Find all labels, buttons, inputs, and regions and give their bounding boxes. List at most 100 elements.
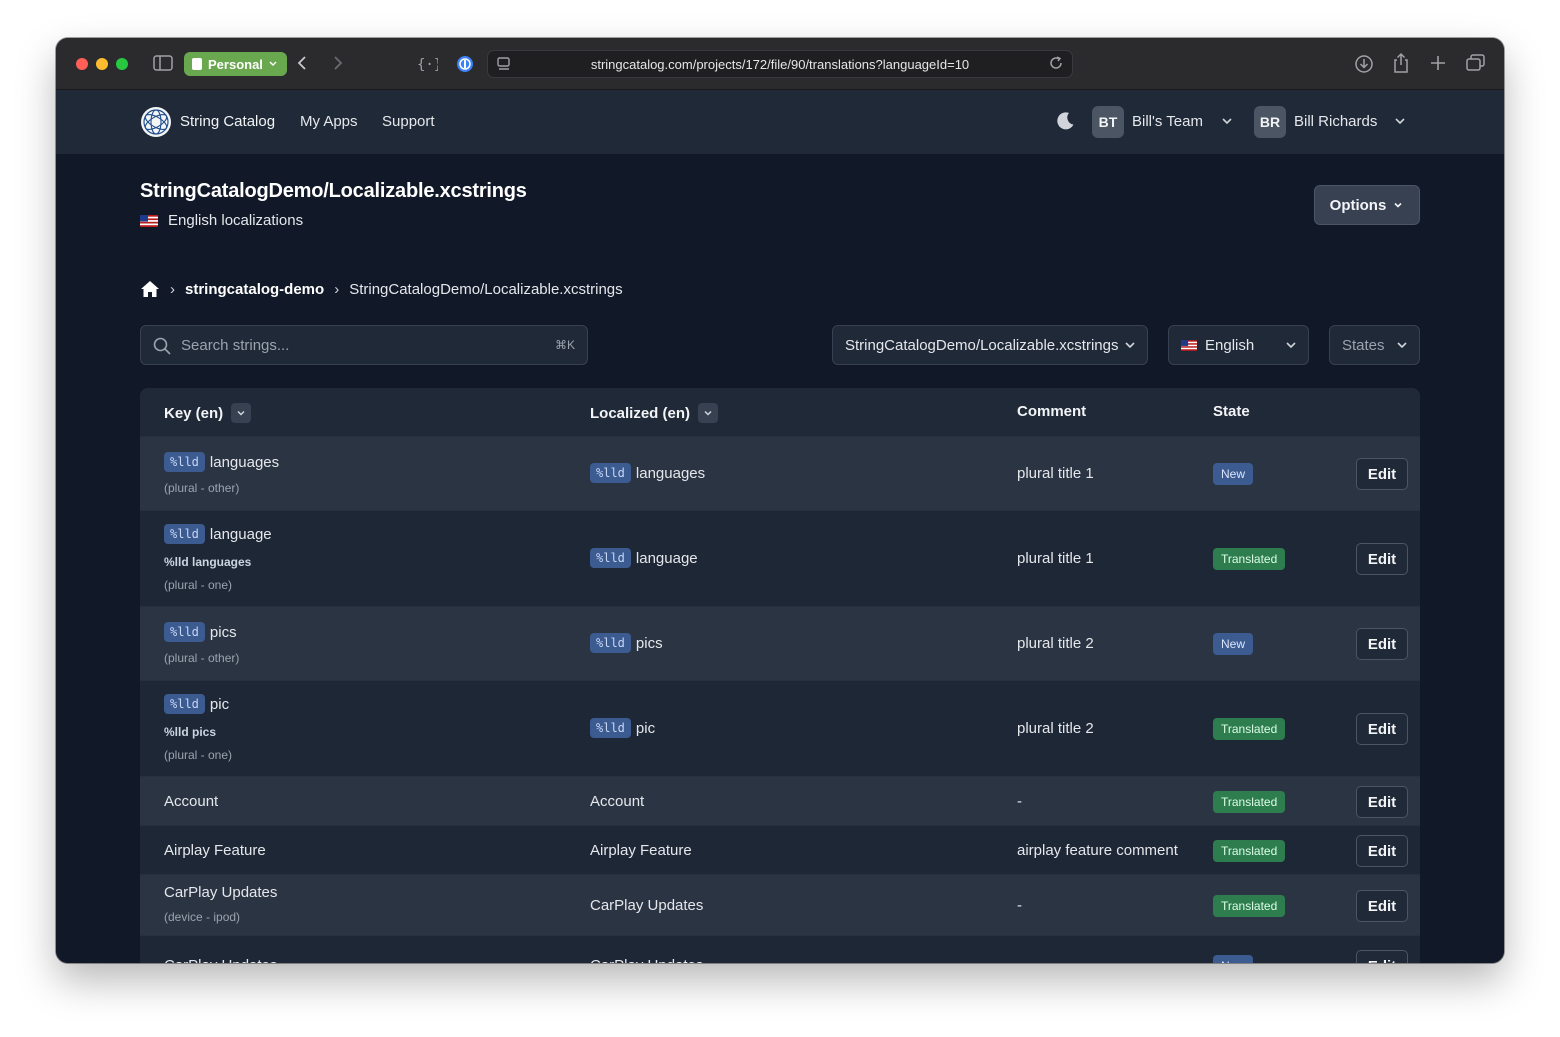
user-avatar[interactable]: BR <box>1254 106 1286 138</box>
language-select-value: English <box>1205 336 1255 354</box>
key-text: languages <box>209 453 280 471</box>
localized-column-toggle[interactable] <box>698 403 719 423</box>
table-row: CarPlay Updates (device - ipod) CarPlay Up… <box>140 874 1420 935</box>
home-icon[interactable] <box>140 280 160 298</box>
close-window-button[interactable] <box>76 58 88 70</box>
nav-link-support[interactable]: Support <box>382 113 435 130</box>
comment-cell: - <box>1017 793 1022 810</box>
page-settings-icon[interactable] <box>496 56 512 72</box>
main-content: StringCatalogDemo/Localizable.xcstrings … <box>56 154 1504 963</box>
language-select[interactable]: English <box>1168 325 1309 365</box>
table-row: %lld language %lld languages (plural - one)… <box>140 510 1420 606</box>
edit-button[interactable]: Edit <box>1356 628 1408 660</box>
key-cell: %lld pic %lld pics (plural - one) <box>164 694 232 762</box>
format-token: %lld <box>590 548 631 568</box>
team-name[interactable]: Bill's Team <box>1132 113 1203 130</box>
key-text: Airplay Feature <box>164 842 266 859</box>
dark-mode-toggle-icon[interactable] <box>1054 110 1076 132</box>
localized-text: languages <box>635 464 706 482</box>
key-cell: %lld language %lld languages (plural - one) <box>164 524 272 592</box>
key-variant: (device - ipod) <box>164 910 241 924</box>
chevron-down-icon <box>269 61 277 66</box>
format-token: %lld <box>590 463 631 483</box>
team-chevron-down-icon[interactable] <box>1220 114 1234 128</box>
comment-cell: plural title 1 <box>1017 465 1094 482</box>
format-token: %lld <box>164 452 205 472</box>
page-subtitle: English localizations <box>140 212 303 229</box>
forward-icon[interactable] <box>332 55 344 71</box>
localized-text: pic <box>635 719 656 737</box>
app-navbar: String Catalog My Apps Support BT Bill's… <box>56 90 1504 154</box>
edit-button[interactable]: Edit <box>1356 458 1408 490</box>
edit-button[interactable]: Edit <box>1356 713 1408 745</box>
window-controls <box>76 58 128 70</box>
user-name[interactable]: Bill Richards <box>1294 113 1377 130</box>
user-chevron-down-icon[interactable] <box>1393 114 1407 128</box>
search-input[interactable] <box>181 336 541 354</box>
key-column-toggle[interactable] <box>231 403 252 423</box>
new-tab-icon[interactable] <box>1430 55 1446 71</box>
address-bar[interactable]: stringcatalog.com/projects/172/file/90/t… <box>487 50 1073 78</box>
column-header-localized-label: Localized (en) <box>590 404 691 422</box>
chevron-down-icon <box>1397 342 1407 349</box>
developer-extension-icon[interactable]: {·} <box>416 54 438 74</box>
column-header-state: State <box>1213 403 1250 420</box>
search-box: ⌘K <box>140 325 588 365</box>
localized-text: Account <box>590 793 645 810</box>
chevron-down-icon <box>704 410 712 416</box>
key-text: pics <box>209 623 237 641</box>
nav-link-my-apps[interactable]: My Apps <box>300 113 358 130</box>
state-badge: New <box>1213 463 1254 485</box>
state-badge: New <box>1213 633 1254 655</box>
key-cell: %lld languages (plural - other) <box>164 452 279 495</box>
downloads-icon[interactable] <box>1354 54 1374 74</box>
edit-button[interactable]: Edit <box>1356 543 1408 575</box>
share-icon[interactable] <box>1392 52 1410 74</box>
chevron-down-icon <box>237 410 245 416</box>
edit-button[interactable]: Edit <box>1356 950 1408 963</box>
minimize-window-button[interactable] <box>96 58 108 70</box>
sidebar-toggle-icon[interactable] <box>153 54 173 72</box>
options-button[interactable]: Options <box>1314 185 1420 225</box>
back-icon[interactable] <box>296 55 308 71</box>
string-catalog-logo-icon[interactable] <box>140 106 172 138</box>
localized-cell: Account <box>590 793 644 810</box>
column-header-comment: Comment <box>1017 403 1087 420</box>
localized-cell: Airplay Feature <box>590 842 692 859</box>
edit-button[interactable]: Edit <box>1356 835 1408 867</box>
table-body: %lld languages (plural - other) %lld languag… <box>140 436 1420 963</box>
file-select[interactable]: StringCatalogDemo/Localizable.xcstrings <box>832 325 1148 365</box>
reload-icon[interactable] <box>1048 55 1064 71</box>
states-select[interactable]: States <box>1329 325 1420 365</box>
zoom-window-button[interactable] <box>116 58 128 70</box>
comment-cell: airplay feature comment <box>1017 842 1178 859</box>
password-manager-icon[interactable] <box>455 54 475 74</box>
tab-overview-icon[interactable] <box>1466 54 1486 72</box>
breadcrumb-project[interactable]: stringcatalog-demo <box>185 281 324 298</box>
localized-text: language <box>635 549 698 567</box>
profile-name: Personal <box>208 56 263 72</box>
key-variant: (plural - other) <box>164 481 240 495</box>
breadcrumb-separator-icon: › <box>334 280 340 298</box>
profile-switcher[interactable]: Personal <box>184 52 287 76</box>
localized-text: Airplay Feature <box>590 842 692 859</box>
key-cell: CarPlay Updates <box>164 957 277 963</box>
url-text: stringcatalog.com/projects/172/file/90/t… <box>590 56 970 72</box>
strings-table: Key (en) Localized (en) Comment State %l… <box>140 388 1420 963</box>
brand-name[interactable]: String Catalog <box>180 113 275 130</box>
edit-button[interactable]: Edit <box>1356 786 1408 818</box>
table-row: Account Account - Translated Edit <box>140 776 1420 825</box>
team-avatar[interactable]: BT <box>1092 106 1124 138</box>
localized-text: CarPlay Updates <box>590 957 703 963</box>
edit-button[interactable]: Edit <box>1356 890 1408 922</box>
comment-cell: plural title 1 <box>1017 550 1094 567</box>
search-icon <box>153 337 171 355</box>
us-flag-icon <box>1181 339 1197 351</box>
format-token: %lld <box>164 694 205 714</box>
comment-cell: - <box>1017 957 1022 963</box>
table-row: %lld pics (plural - other) %lld pics plural t… <box>140 606 1420 680</box>
chevron-down-icon <box>1125 342 1135 349</box>
key-cell: CarPlay Updates (device - ipod) <box>164 884 277 924</box>
chevron-down-icon <box>1286 342 1296 349</box>
format-token: %lld <box>164 622 205 642</box>
